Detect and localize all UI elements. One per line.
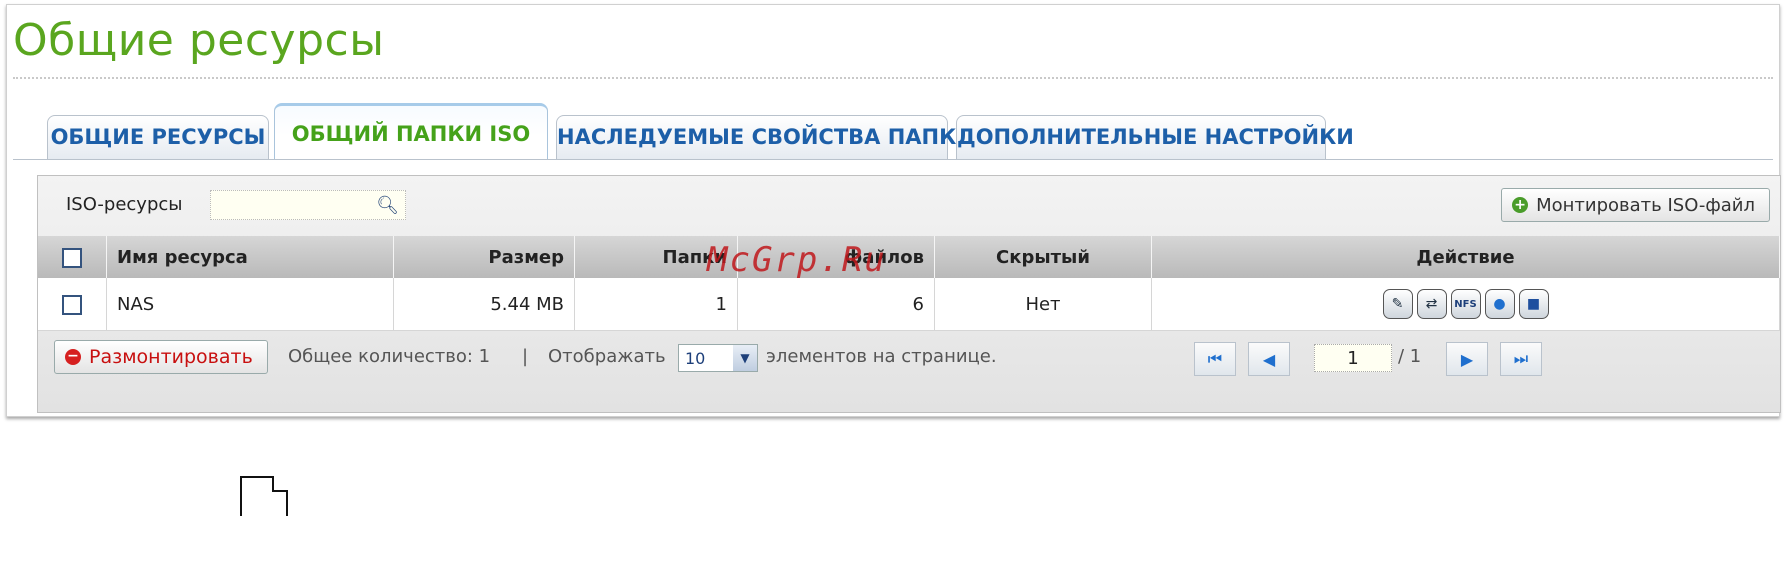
last-page-icon: ⏭︎: [1513, 349, 1529, 368]
globe-icon[interactable]: ●: [1484, 289, 1515, 319]
tab-inherited-properties[interactable]: НАСЛЕДУЕМЫЕ СВОЙСТВА ПАПКИ: [556, 115, 974, 159]
col-hidden[interactable]: Скрытый: [934, 236, 1152, 278]
table-footer: − Размонтировать Общее количество: 1 | О…: [38, 332, 1780, 412]
row-select-cell: [38, 278, 107, 331]
page-total: / 1: [1398, 346, 1422, 367]
tab-shares[interactable]: ОБЩИЕ РЕСУРСЫ: [47, 115, 269, 159]
page-title: Общие ресурсы: [13, 15, 385, 66]
first-page-button[interactable]: ⏮︎: [1194, 342, 1236, 376]
tab-iso-folders[interactable]: ОБЩИЙ ПАПКИ ISO: [274, 103, 548, 160]
monitor-icon[interactable]: ■: [1518, 289, 1549, 319]
main-panel: Общие ресурсы ОБЩИЕ РЕСУРСЫ ОБЩИЙ ПАПКИ …: [6, 4, 1781, 417]
table-row[interactable]: NAS 5.44 MB 1 6 Нет ✎ ⇄ NFS ● ■: [38, 278, 1780, 331]
row-checkbox[interactable]: [62, 294, 82, 315]
iso-grid: ISO-ресурсы 🔍︎ + Монтировать ISO-файл Им…: [37, 175, 1781, 413]
row-name: NAS: [106, 278, 394, 331]
search-input[interactable]: [211, 191, 383, 219]
show-label: Отображать: [548, 346, 666, 367]
per-page-select[interactable]: 10 ▼: [678, 344, 758, 372]
table-header-row: Имя ресурса Размер Папки файлов Скрытый …: [38, 236, 1780, 278]
unmount-label: Размонтировать: [89, 346, 253, 368]
footer-separator: |: [522, 346, 529, 367]
mount-iso-button[interactable]: + Монтировать ISO-файл: [1501, 188, 1770, 222]
title-divider: [13, 77, 1773, 79]
select-all-checkbox[interactable]: [62, 247, 82, 268]
plus-icon: +: [1512, 197, 1529, 213]
row-size: 5.44 MB: [393, 278, 575, 331]
mount-iso-label: Монтировать ISO-файл: [1536, 194, 1755, 216]
row-folders: 1: [574, 278, 738, 331]
col-size[interactable]: Размер: [393, 236, 575, 278]
minus-icon: −: [65, 349, 81, 365]
last-page-button[interactable]: ⏭︎: [1500, 342, 1542, 376]
per-page-value: 10: [685, 348, 706, 368]
col-name[interactable]: Имя ресурса: [106, 236, 394, 278]
unmount-button[interactable]: − Размонтировать: [54, 340, 268, 374]
tab-advanced-settings[interactable]: ДОПОЛНИТЕЛЬНЫЕ НАСТРОЙКИ: [956, 115, 1354, 159]
row-actions: ✎ ⇄ NFS ● ■: [1151, 278, 1780, 331]
row-files: 6: [737, 278, 935, 331]
search-icon[interactable]: 🔍︎: [376, 195, 399, 216]
page-number-input[interactable]: [1314, 344, 1392, 372]
select-all-cell: [38, 236, 107, 278]
document-icon: [240, 476, 288, 516]
row-hidden: Нет: [934, 278, 1152, 331]
resources-table: Имя ресурса Размер Папки файлов Скрытый …: [38, 236, 1780, 331]
prev-page-icon: ◀: [1262, 349, 1276, 369]
edit-icon[interactable]: ✎: [1382, 289, 1413, 319]
access-icon[interactable]: ⇄: [1416, 289, 1447, 319]
first-page-icon: ⏮︎: [1207, 349, 1223, 368]
next-page-icon: ▶: [1460, 349, 1474, 369]
search-label: ISO-ресурсы: [66, 194, 183, 215]
prev-page-button[interactable]: ◀: [1248, 342, 1290, 376]
col-action: Действие: [1151, 236, 1780, 278]
search-field: 🔍︎: [210, 190, 406, 220]
next-page-button[interactable]: ▶: [1446, 342, 1488, 376]
tab-baseline: [13, 159, 1773, 160]
per-page-suffix: элементов на странице.: [766, 346, 997, 367]
nfs-icon[interactable]: NFS: [1450, 289, 1481, 319]
total-count: Общее количество: 1: [288, 346, 491, 367]
chevron-down-icon[interactable]: ▼: [733, 345, 757, 371]
watermark: McGrp.Ru: [707, 240, 887, 280]
